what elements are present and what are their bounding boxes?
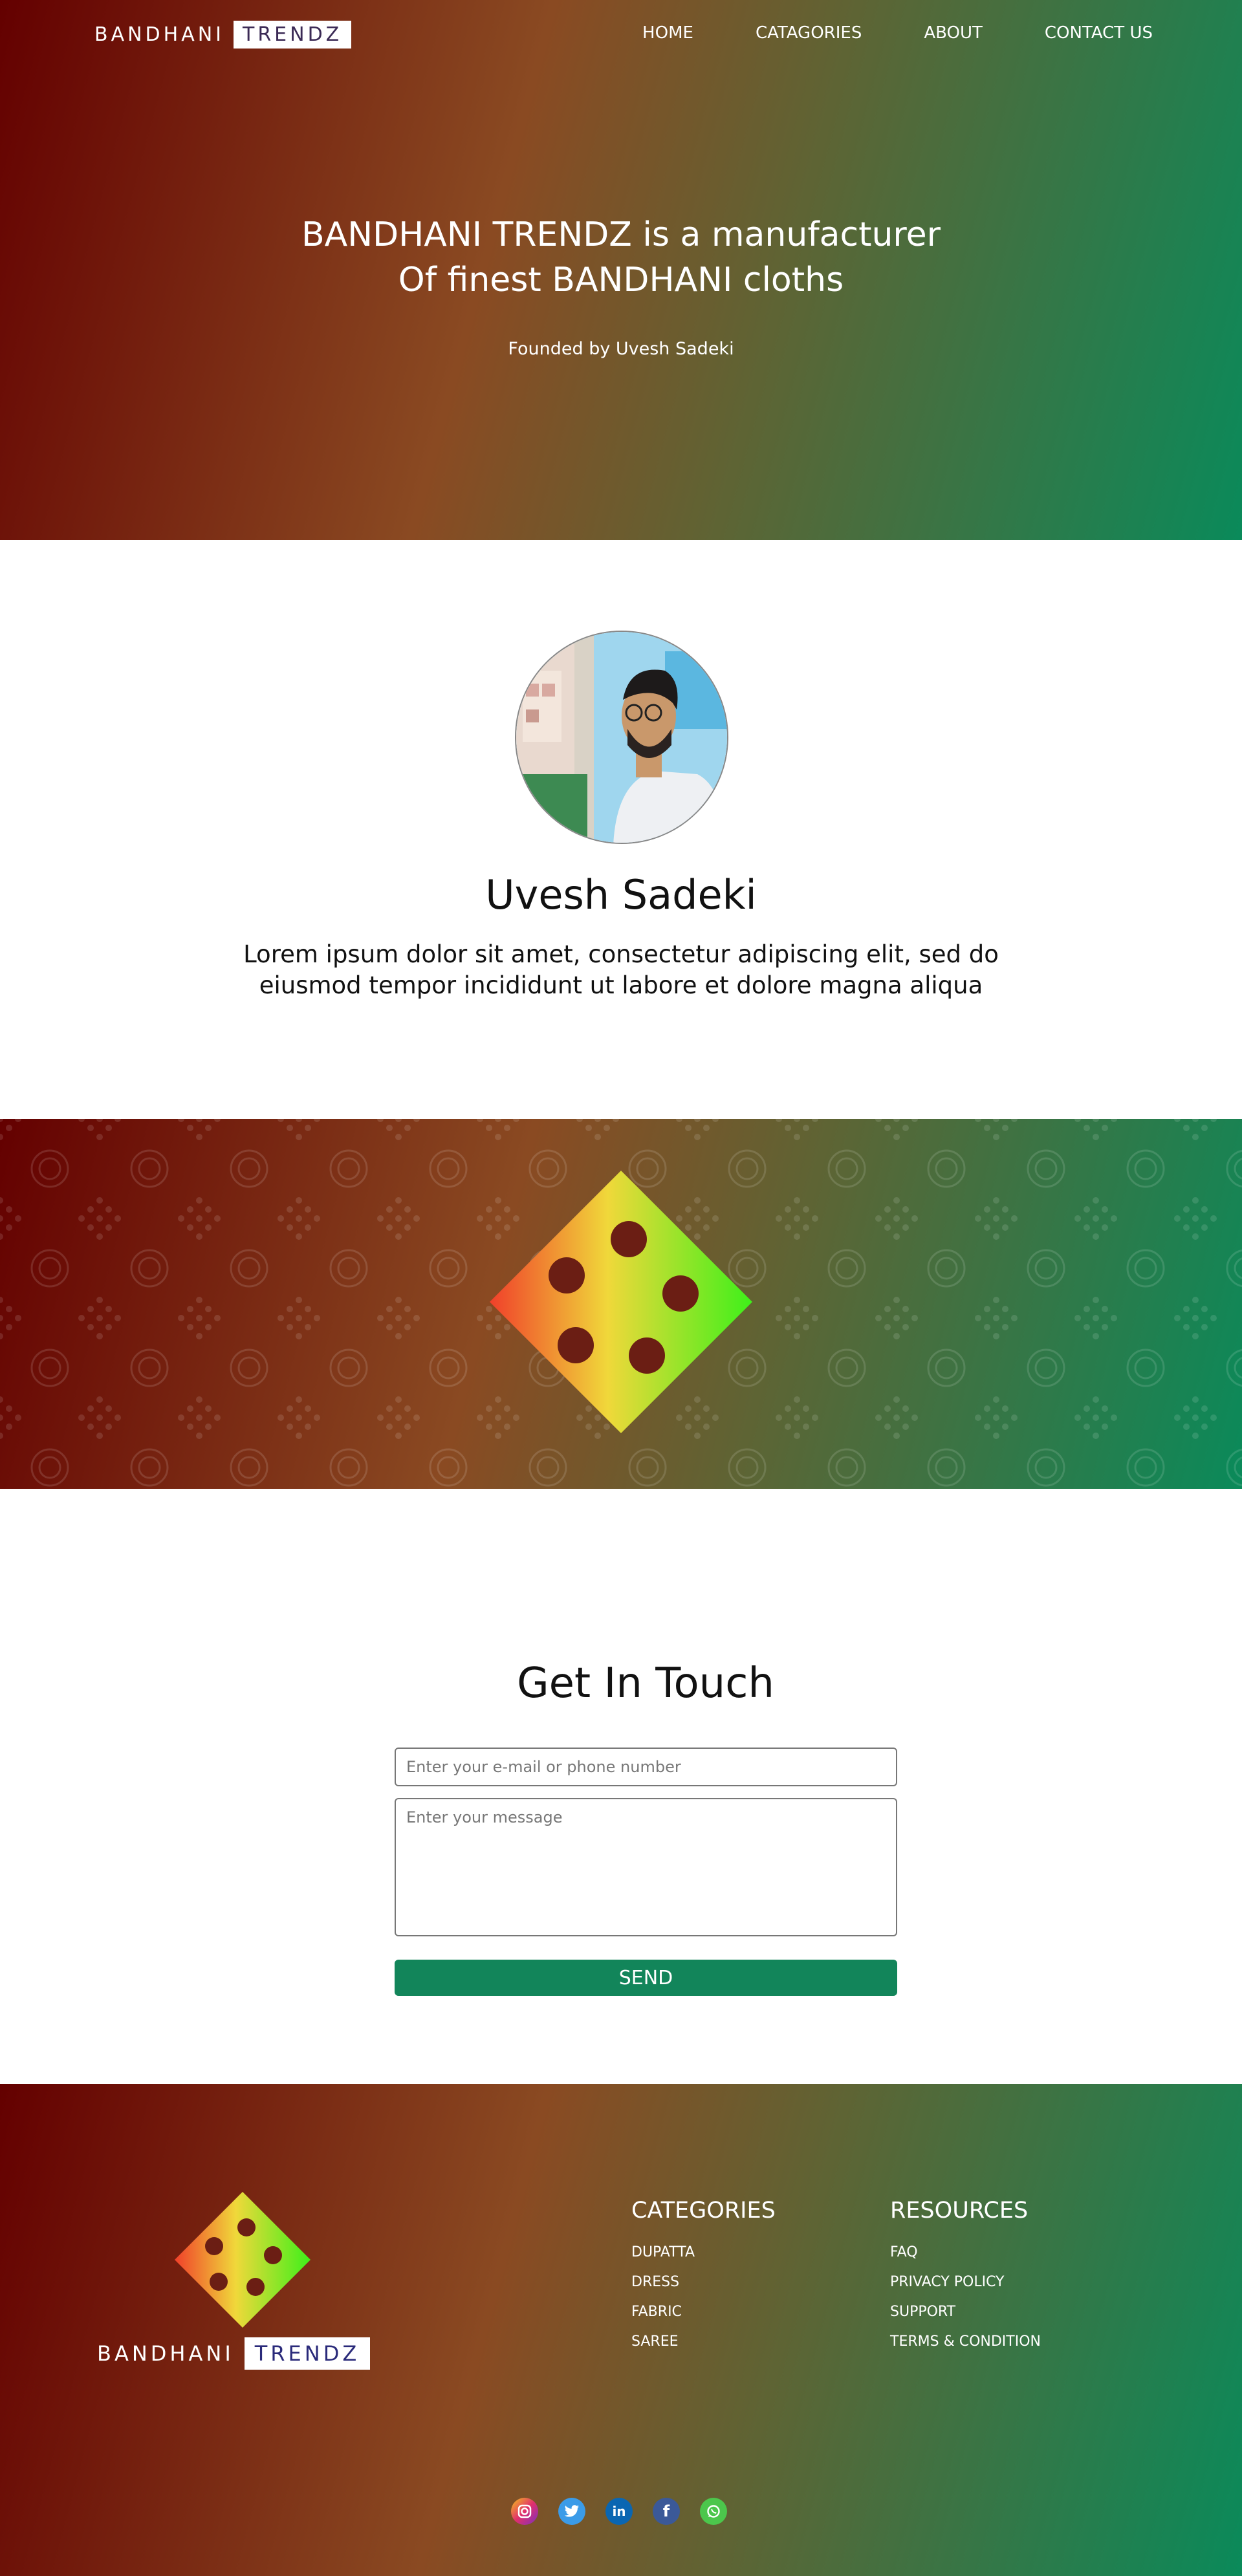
- instagram-icon[interactable]: [511, 2498, 538, 2525]
- brand-name: BANDHANI: [94, 23, 225, 46]
- footer-link-fabric[interactable]: FABRIC: [631, 2297, 776, 2327]
- footer-brand-name: BANDHANI: [97, 2341, 234, 2366]
- whatsapp-icon[interactable]: [700, 2498, 727, 2525]
- nav-contact[interactable]: CONTACT US: [1045, 23, 1153, 43]
- send-button[interactable]: SEND: [395, 1960, 897, 1996]
- message-textarea[interactable]: [395, 1798, 897, 1936]
- footer-resources: RESOURCES FAQ PRIVACY POLICY SUPPORT TER…: [890, 2198, 1041, 2357]
- contact-section: Get In Touch SEND: [0, 1489, 1242, 2084]
- footer-link-privacy[interactable]: PRIVACY POLICY: [890, 2268, 1041, 2297]
- hero-subtitle: Founded by Uvesh Sadeki: [508, 339, 734, 359]
- founder-section: Uvesh Sadeki Lorem ipsum dolor sit amet,…: [0, 540, 1242, 1119]
- brand-box: TRENDZ: [234, 21, 352, 49]
- footer-categories-title: CATEGORIES: [631, 2198, 776, 2224]
- bandhani-pattern: [0, 1119, 1242, 1489]
- footer-brand[interactable]: BANDHANI TRENDZ: [97, 2337, 371, 2370]
- footer-brand-box: TRENDZ: [244, 2337, 371, 2370]
- bandhani-banner: [0, 1119, 1242, 1489]
- footer-link-dupatta[interactable]: DUPATTA: [631, 2238, 776, 2268]
- founder-description: Lorem ipsum dolor sit amet, consectetur …: [243, 940, 999, 999]
- footer-link-faq[interactable]: FAQ: [890, 2238, 1041, 2268]
- founder-name: Uvesh Sadeki: [485, 871, 757, 918]
- nav-categories[interactable]: CATAGORIES: [756, 23, 862, 43]
- footer-link-dress[interactable]: DRESS: [631, 2268, 776, 2297]
- contact-title: Get In Touch: [517, 1660, 774, 1707]
- footer-link-saree[interactable]: SAREE: [631, 2327, 776, 2357]
- footer: BANDHANI TRENDZ CATEGORIES DUPATTA DRESS…: [0, 2084, 1242, 2576]
- email-phone-input[interactable]: [395, 1748, 897, 1786]
- hero-title: BANDHANI TRENDZ is a manufacturer Of fin…: [0, 212, 1242, 303]
- social-links: in f: [511, 2498, 727, 2525]
- footer-resources-title: RESOURCES: [890, 2198, 1029, 2224]
- nav-home[interactable]: HOME: [642, 23, 693, 43]
- hero-title-line1: BANDHANI TRENDZ is a manufacturer: [301, 215, 941, 254]
- main-nav: HOME CATAGORIES ABOUT CONTACT US: [642, 23, 1153, 43]
- twitter-icon[interactable]: [558, 2498, 585, 2525]
- brand-logo[interactable]: BANDHANI TRENDZ: [94, 21, 352, 49]
- footer-link-support[interactable]: SUPPORT: [890, 2297, 1041, 2327]
- footer-link-terms[interactable]: TERMS & CONDITION: [890, 2327, 1041, 2357]
- footer-bandhani-logo-icon: [175, 2192, 310, 2328]
- founder-avatar: [515, 631, 728, 844]
- hero-title-line2: Of finest BANDHANI cloths: [398, 261, 844, 299]
- nav-about[interactable]: ABOUT: [924, 23, 983, 43]
- facebook-icon[interactable]: f: [653, 2498, 680, 2525]
- footer-categories: CATEGORIES DUPATTA DRESS FABRIC SAREE: [631, 2198, 776, 2357]
- hero-section: BANDHANI TRENDZ HOME CATAGORIES ABOUT CO…: [0, 0, 1242, 540]
- linkedin-icon[interactable]: in: [605, 2498, 633, 2525]
